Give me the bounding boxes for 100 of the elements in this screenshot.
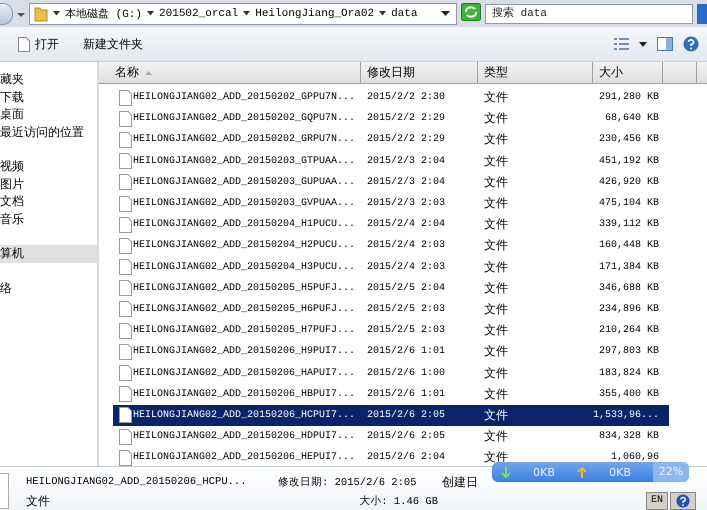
file-name: HEILONGJIANG02_ADD_20150206_H9PUI7...	[133, 346, 356, 358]
modified-date: 2015/2/3 2:04	[366, 176, 446, 188]
file-type: 文件	[483, 216, 509, 234]
file-type: 文件	[483, 386, 509, 403]
modified-date: 2015/2/4 2:04	[366, 219, 446, 230]
file-name: HEILONGJIANG02_ADD_20150204_H3PUCU...	[133, 262, 356, 273]
file-type: 文件	[483, 280, 509, 297]
search-field[interactable]: 搜索 data	[485, 4, 693, 24]
column-header[interactable]: 名称	[99, 62, 361, 83]
modified-date: 修改日期: 2015/2/6 2:05	[278, 476, 418, 489]
modified-date: 2015/2/2 2:29	[366, 134, 446, 146]
modified-date: 2015/2/3 2:04	[366, 156, 446, 167]
file-name: HEILONGJIANG02_ADD_20150206_HDPUI7...	[133, 431, 356, 442]
file-size: 426,920 KB	[598, 176, 660, 188]
modified-date: 2015/2/5 2:04	[366, 282, 446, 294]
column-header[interactable]: 修改日期	[361, 62, 478, 83]
sidebar-item[interactable]: 下载	[0, 88, 97, 106]
file-type: 文件	[483, 152, 509, 170]
modified-date: 2015/2/6 2:05	[366, 410, 446, 421]
file-type: 文件	[483, 406, 509, 424]
toolbar-button[interactable]: 新建文件夹	[79, 34, 147, 54]
file-row[interactable]: HEILONGJIANG02_ADD_20150206_HAPUI7... 2015/2/6 1:00 文件 183,824 KB	[113, 362, 669, 384]
sidebar-item[interactable]: 算机	[0, 245, 97, 262]
upload-speed: 0KB	[608, 466, 632, 478]
file-row[interactable]: HEILONGJIANG02_ADD_20150204_H3PUCU... 2015/2/4 2:03 文件 171,384 KB	[113, 256, 669, 278]
file-name: HEILONGJIANG02_ADD_20150204_H1PUCU...	[133, 219, 356, 230]
modified-date: 2015/2/4 2:03	[366, 240, 446, 252]
file-type: 文件	[26, 492, 51, 510]
file-type: 文件	[483, 131, 509, 148]
file-size: 346,688 KB	[598, 282, 660, 294]
sidebar-item[interactable]: 桌面	[0, 106, 97, 124]
file-type: 文件	[483, 364, 509, 382]
language-button[interactable]: EN	[646, 492, 668, 510]
file-row[interactable]: HEILONGJIANG02_ADD_20150205_H7PUFJ... 2015/2/5 2:03 文件 210,264 KB	[113, 320, 669, 342]
sidebar-item[interactable]: 藏夹	[0, 71, 97, 88]
modified-date: 2015/2/2 2:29	[366, 113, 446, 124]
file-row[interactable]: HEILONGJIANG02_ADD_20150202_GQPU7N... 2015/2/2 2:29 文件 68,640 KB	[113, 108, 669, 130]
file-size: 291,280 KB	[598, 92, 660, 104]
sidebar-item[interactable]: 视频	[0, 158, 97, 176]
file-type: 文件	[483, 449, 509, 466]
file-row[interactable]: HEILONGJIANG02_ADD_20150202_GRPU7N... 2015/2/2 2:29 文件 230,456 KB	[113, 129, 669, 151]
download-speed: 0KB	[532, 466, 556, 478]
file-name: HEILONGJIANG02_ADD_20150205_H7PUFJ...	[133, 325, 356, 336]
file-name: HEILONGJIANG02_ADD_20150205_H5PUFJ...	[133, 282, 356, 294]
breadcrumb-item[interactable]: 本地磁盘 (G:)	[65, 6, 142, 21]
file-row[interactable]: HEILONGJIANG02_ADD_20150206_H9PUI7... 2015/2/6 1:01 文件 297,803 KB	[113, 341, 669, 362]
sidebar-item[interactable]: 文档	[0, 193, 97, 210]
file-size: 230,456 KB	[598, 134, 660, 146]
file-row[interactable]: HEILONGJIANG02_ADD_20150203_GVPUAA... 2015/2/3 2:03 文件 475,104 KB	[113, 192, 669, 214]
file-type: 文件	[483, 110, 509, 128]
file-size: 大小: 1.46 GB	[359, 494, 438, 508]
modified-date: 2015/2/6 1:01	[366, 388, 446, 400]
file-row[interactable]: HEILONGJIANG02_ADD_20150204_H1PUCU... 2015/2/4 2:04 文件 339,112 KB	[113, 214, 669, 236]
file-row[interactable]: HEILONGJIANG02_ADD_20150206_HCPUI7... 2015/2/6 2:05 文件 1,533,96...	[113, 404, 669, 426]
column-header[interactable]: 大小	[593, 62, 663, 83]
file-size: 339,112 KB	[598, 219, 660, 230]
file-name: HEILONGJIANG02_ADD_20150202_GPPU7N...	[133, 92, 356, 104]
file-name: HEILONGJIANG02_ADD_20150203_GVPUAA...	[133, 198, 356, 210]
file-type: 文件	[483, 428, 509, 446]
file-type: 文件	[483, 322, 509, 340]
file-row[interactable]: HEILONGJIANG02_ADD_20150203_GTPUAA... 2015/2/3 2:04 文件 451,192 KB	[113, 150, 669, 172]
file-size: 834,328 KB	[598, 431, 660, 442]
breadcrumb-item[interactable]: 201502_orcal	[159, 8, 238, 20]
address-bar[interactable]: 本地磁盘 (G:) 201502_orcal HeilongJiang_Ora02 data	[29, 2, 457, 24]
file-row[interactable]: HEILONGJIANG02_ADD_20150206_HBPUI7... 2015/2/6 1:01 文件 355,400 KB	[113, 384, 669, 405]
file-name: HEILONGJIANG02_ADD_20150206_HCPU...	[26, 476, 248, 488]
file-row[interactable]: HEILONGJIANG02_ADD_20150203_GUPUAA... 2015/2/3 2:04 文件 426,920 KB	[113, 172, 669, 193]
file-size: 451,192 KB	[598, 156, 660, 167]
file-size: 355,400 KB	[598, 388, 660, 400]
created-label: 创建日	[442, 474, 479, 490]
sidebar-item[interactable]: 图片	[0, 176, 97, 193]
modified-date: 2015/2/5 2:03	[366, 304, 446, 315]
column-header[interactable]: 类型	[478, 62, 593, 83]
file-row[interactable]: HEILONGJIANG02_ADD_20150205_H5PUFJ... 2015/2/5 2:04 文件 346,688 KB	[113, 278, 669, 299]
file-row[interactable]: HEILONGJIANG02_ADD_20150205_H6PUFJ... 2015/2/5 2:03 文件 234,896 KB	[113, 298, 669, 320]
file-name: HEILONGJIANG02_ADD_20150204_H2PUCU...	[133, 240, 356, 252]
file-type: 文件	[483, 237, 509, 254]
breadcrumb-item[interactable]: HeilongJiang_Ora02	[255, 8, 374, 20]
file-size: 171,384 KB	[598, 262, 660, 273]
file-size: 68,640 KB	[604, 113, 660, 124]
modified-date: 2015/2/6 2:04	[366, 452, 446, 464]
file-row[interactable]: HEILONGJIANG02_ADD_20150202_GPPU7N... 2015/2/2 2:30 文件 291,280 KB	[113, 87, 669, 108]
modified-date: 2015/2/6 2:05	[366, 431, 446, 442]
file-row[interactable]: HEILONGJIANG02_ADD_20150204_H2PUCU... 2015/2/4 2:03 文件 160,448 KB	[113, 235, 669, 256]
file-type: 文件	[483, 300, 509, 318]
file-type: 文件	[483, 343, 509, 360]
sidebar-item[interactable]: 音乐	[0, 210, 97, 228]
file-size: 475,104 KB	[598, 198, 660, 210]
file-name: HEILONGJIANG02_ADD_20150206_HEPUI7...	[133, 452, 356, 464]
open-button[interactable]: 打开	[14, 34, 63, 54]
file-size: 297,803 KB	[598, 346, 660, 358]
modified-date: 2015/2/6 1:01	[366, 346, 446, 358]
file-type: 文件	[483, 174, 509, 191]
file-row[interactable]: HEILONGJIANG02_ADD_20150206_HDPUI7... 2015/2/6 2:05 文件 834,328 KB	[113, 426, 669, 448]
file-name: HEILONGJIANG02_ADD_20150206_HCPUI7...	[133, 410, 356, 421]
sidebar-item[interactable]: 最近访问的位置	[0, 124, 97, 141]
sidebar-item[interactable]: 络	[0, 280, 97, 297]
breadcrumb-item[interactable]: data	[391, 8, 418, 20]
modified-date: 2015/2/5 2:03	[366, 325, 446, 336]
file-size: 1,060,96	[610, 452, 660, 464]
